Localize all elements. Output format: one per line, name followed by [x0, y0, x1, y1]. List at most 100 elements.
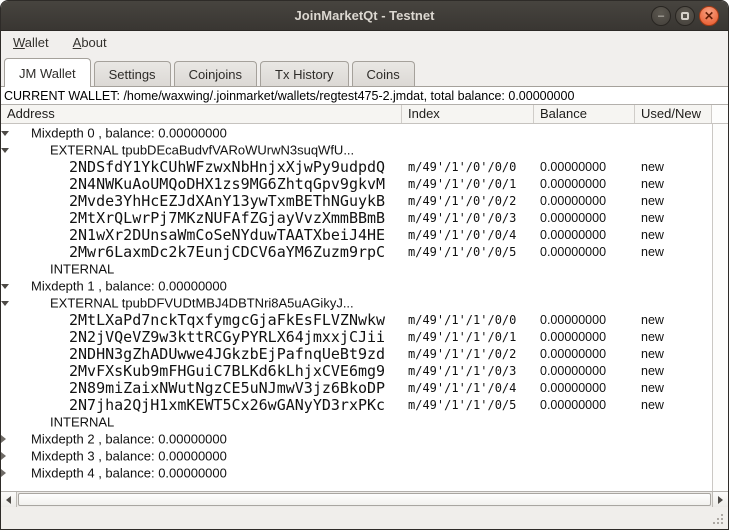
scroll-left-button[interactable]	[1, 492, 17, 507]
expand-arrow-icon[interactable]	[1, 284, 9, 289]
status-cell: new	[635, 313, 712, 327]
tree-row[interactable]: 2NDSfdY1YkCUhWFzwxNbHnjxXjwPy9udpdQ m/49…	[1, 158, 712, 175]
tree-row[interactable]: 2Mwr6LaxmDc2k7EunjCDCV6aYM6Zuzm9rpC m/49…	[1, 243, 712, 260]
address-cell: Mixdepth 4 , balance: 0.00000000	[1, 464, 402, 481]
row-label: 2N1wXr2DUnsaWmCoSeNYduwTAATXbeiJ4HE	[69, 226, 385, 244]
tab-jm-wallet[interactable]: JM Wallet	[4, 58, 91, 87]
tree-row[interactable]: 2N2jVQeVZ9w3kttRCGyPYRLX64jmxxjCJii m/49…	[1, 328, 712, 345]
row-label: 2Mwr6LaxmDc2k7EunjCDCV6aYM6Zuzm9rpC	[69, 243, 385, 261]
horizontal-scroll-track[interactable]	[17, 492, 712, 507]
tree-row[interactable]: 2MtLXaPd7nckTqxfymgcGjaFkEsFLVZNwkw m/49…	[1, 311, 712, 328]
tree-rows: Mixdepth 0 , balance: 0.00000000 EXTERNA…	[1, 124, 712, 491]
index-cell: m/49'/1'/0'/0/3	[402, 211, 534, 225]
tree-row[interactable]: 2Mvde3YhHcEZJdXAnY13ywTxmBEThNGuykB m/49…	[1, 192, 712, 209]
balance-cell: 0.00000000	[534, 211, 635, 225]
address-cell: 2N2jVQeVZ9w3kttRCGyPYRLX64jmxxjCJii	[1, 328, 402, 345]
expand-arrow-icon[interactable]	[1, 435, 6, 443]
expand-arrow-icon[interactable]	[1, 301, 9, 306]
row-label: Mixdepth 3 , balance: 0.00000000	[31, 448, 227, 463]
tree-row[interactable]: Mixdepth 4 , balance: 0.00000000	[1, 464, 712, 481]
index-cell: m/49'/1'/1'/0/3	[402, 364, 534, 378]
minimize-button[interactable]: –	[651, 6, 671, 26]
address-cell: 2MtXrQLwrPj7MKzNUFAfZGjayVvzXmmBBmB	[1, 209, 402, 226]
expand-arrow-icon[interactable]	[1, 469, 6, 477]
balance-cell: 0.00000000	[534, 381, 635, 395]
row-label: 2MtLXaPd7nckTqxfymgcGjaFkEsFLVZNwkw	[69, 311, 385, 329]
status-cell: new	[635, 398, 712, 412]
address-cell: INTERNAL	[1, 413, 402, 430]
address-cell: 2N1wXr2DUnsaWmCoSeNYduwTAATXbeiJ4HE	[1, 226, 402, 243]
tree-row[interactable]: Mixdepth 3 , balance: 0.00000000	[1, 447, 712, 464]
row-label: Mixdepth 1 , balance: 0.00000000	[31, 278, 227, 293]
horizontal-scrollbar[interactable]	[1, 491, 728, 507]
tree-row[interactable]: Mixdepth 0 , balance: 0.00000000	[1, 124, 712, 141]
tab-coins[interactable]: Coins	[352, 61, 415, 87]
close-button[interactable]: ✕	[699, 6, 719, 26]
tree-row[interactable]: Mixdepth 2 , balance: 0.00000000	[1, 430, 712, 447]
status-cell: new	[635, 177, 712, 191]
tab-label: JM Wallet	[19, 66, 76, 81]
address-cell: EXTERNAL tpubDEcaBudvfVARoWUrwN3suqWfU..…	[1, 141, 402, 158]
row-label: 2N2jVQeVZ9w3kttRCGyPYRLX64jmxxjCJii	[69, 328, 385, 346]
index-cell: m/49'/1'/1'/0/5	[402, 398, 534, 412]
balance-cell: 0.00000000	[534, 398, 635, 412]
status-cell: new	[635, 381, 712, 395]
tree-row[interactable]: 2MtXrQLwrPj7MKzNUFAfZGjayVvzXmmBBmB m/49…	[1, 209, 712, 226]
tab-tx-history[interactable]: Tx History	[260, 61, 349, 87]
status-bar	[1, 507, 728, 529]
balance-cell: 0.00000000	[534, 364, 635, 378]
expand-arrow-icon[interactable]	[1, 452, 6, 460]
vertical-scrollbar[interactable]	[712, 124, 728, 491]
tree-row[interactable]: 2N7jha2QjH1xmKEWT5Cx26wGANyYD3rxPKc m/49…	[1, 396, 712, 413]
index-cell: m/49'/1'/0'/0/0	[402, 160, 534, 174]
tree-row[interactable]: 2N1wXr2DUnsaWmCoSeNYduwTAATXbeiJ4HE m/49…	[1, 226, 712, 243]
menu-wallet[interactable]: Wallet	[11, 33, 51, 52]
row-label: 2NDSfdY1YkCUhWFzwxNbHnjxXjwPy9udpdQ	[69, 158, 385, 176]
tab-bar: JM Wallet Settings Coinjoins Tx History …	[1, 54, 728, 87]
index-cell: m/49'/1'/0'/0/2	[402, 194, 534, 208]
menu-bar: Wallet About	[1, 31, 728, 54]
close-icon: ✕	[704, 10, 714, 22]
current-wallet-banner: CURRENT WALLET: /home/waxwing/.joinmarke…	[1, 87, 728, 104]
status-cell: new	[635, 330, 712, 344]
column-header-address[interactable]: Address	[1, 105, 402, 123]
expand-arrow-icon[interactable]	[1, 148, 9, 153]
tree-row[interactable]: 2MvFXsKub9mFHGuiC7BLKd6kLhjxCVE6mg9 m/49…	[1, 362, 712, 379]
tree-row[interactable]: INTERNAL	[1, 413, 712, 430]
expand-arrow-icon[interactable]	[1, 131, 9, 136]
scroll-right-button[interactable]	[712, 492, 728, 507]
row-label: 2N4NWKuAoUMQoDHX1zs9MG6ZhtqGpv9gkvM	[69, 175, 385, 193]
tree-row[interactable]: 2N4NWKuAoUMQoDHX1zs9MG6ZhtqGpv9gkvM m/49…	[1, 175, 712, 192]
tree-row[interactable]: EXTERNAL tpubDFVUDtMBJ4DBTNri8A5uAGikyJ.…	[1, 294, 712, 311]
address-cell: 2MtLXaPd7nckTqxfymgcGjaFkEsFLVZNwkw	[1, 311, 402, 328]
balance-cell: 0.00000000	[534, 160, 635, 174]
resize-grip-icon[interactable]	[711, 512, 723, 524]
wallet-tree: Address Index Balance Used/New Mixdepth …	[1, 104, 728, 507]
menu-about[interactable]: About	[71, 33, 109, 52]
title-bar[interactable]: JoinMarketQt - Testnet – ✕	[1, 1, 728, 31]
horizontal-scroll-thumb[interactable]	[18, 493, 711, 506]
tree-row[interactable]: Mixdepth 1 , balance: 0.00000000	[1, 277, 712, 294]
row-label: 2NDHN3gZhADUwwe4JGkzbEjPafnqUeBt9zd	[69, 345, 385, 363]
column-header-index[interactable]: Index	[402, 105, 534, 123]
index-cell: m/49'/1'/0'/0/1	[402, 177, 534, 191]
column-header-balance[interactable]: Balance	[534, 105, 635, 123]
index-cell: m/49'/1'/1'/0/0	[402, 313, 534, 327]
tab-coinjoins[interactable]: Coinjoins	[174, 61, 257, 87]
tab-label: Coins	[367, 67, 400, 82]
tree-row[interactable]: 2NDHN3gZhADUwwe4JGkzbEjPafnqUeBt9zd m/49…	[1, 345, 712, 362]
tree-row[interactable]: EXTERNAL tpubDEcaBudvfVARoWUrwN3suqWfU..…	[1, 141, 712, 158]
column-header-used-new[interactable]: Used/New	[635, 105, 712, 123]
address-cell: 2MvFXsKub9mFHGuiC7BLKd6kLhjxCVE6mg9	[1, 362, 402, 379]
status-cell: new	[635, 347, 712, 361]
maximize-button[interactable]	[675, 6, 695, 26]
status-cell: new	[635, 160, 712, 174]
address-cell: 2N7jha2QjH1xmKEWT5Cx26wGANyYD3rxPKc	[1, 396, 402, 413]
tree-row[interactable]: 2N89miZaixNWutNgzCE5uNJmwV3jz6BkoDP m/49…	[1, 379, 712, 396]
tree-row[interactable]: INTERNAL	[1, 260, 712, 277]
index-cell: m/49'/1'/0'/0/4	[402, 228, 534, 242]
address-cell: 2Mwr6LaxmDc2k7EunjCDCV6aYM6Zuzm9rpC	[1, 243, 402, 260]
tab-settings[interactable]: Settings	[94, 61, 171, 87]
address-cell: 2N4NWKuAoUMQoDHX1zs9MG6ZhtqGpv9gkvM	[1, 175, 402, 192]
row-label: INTERNAL	[50, 414, 114, 429]
